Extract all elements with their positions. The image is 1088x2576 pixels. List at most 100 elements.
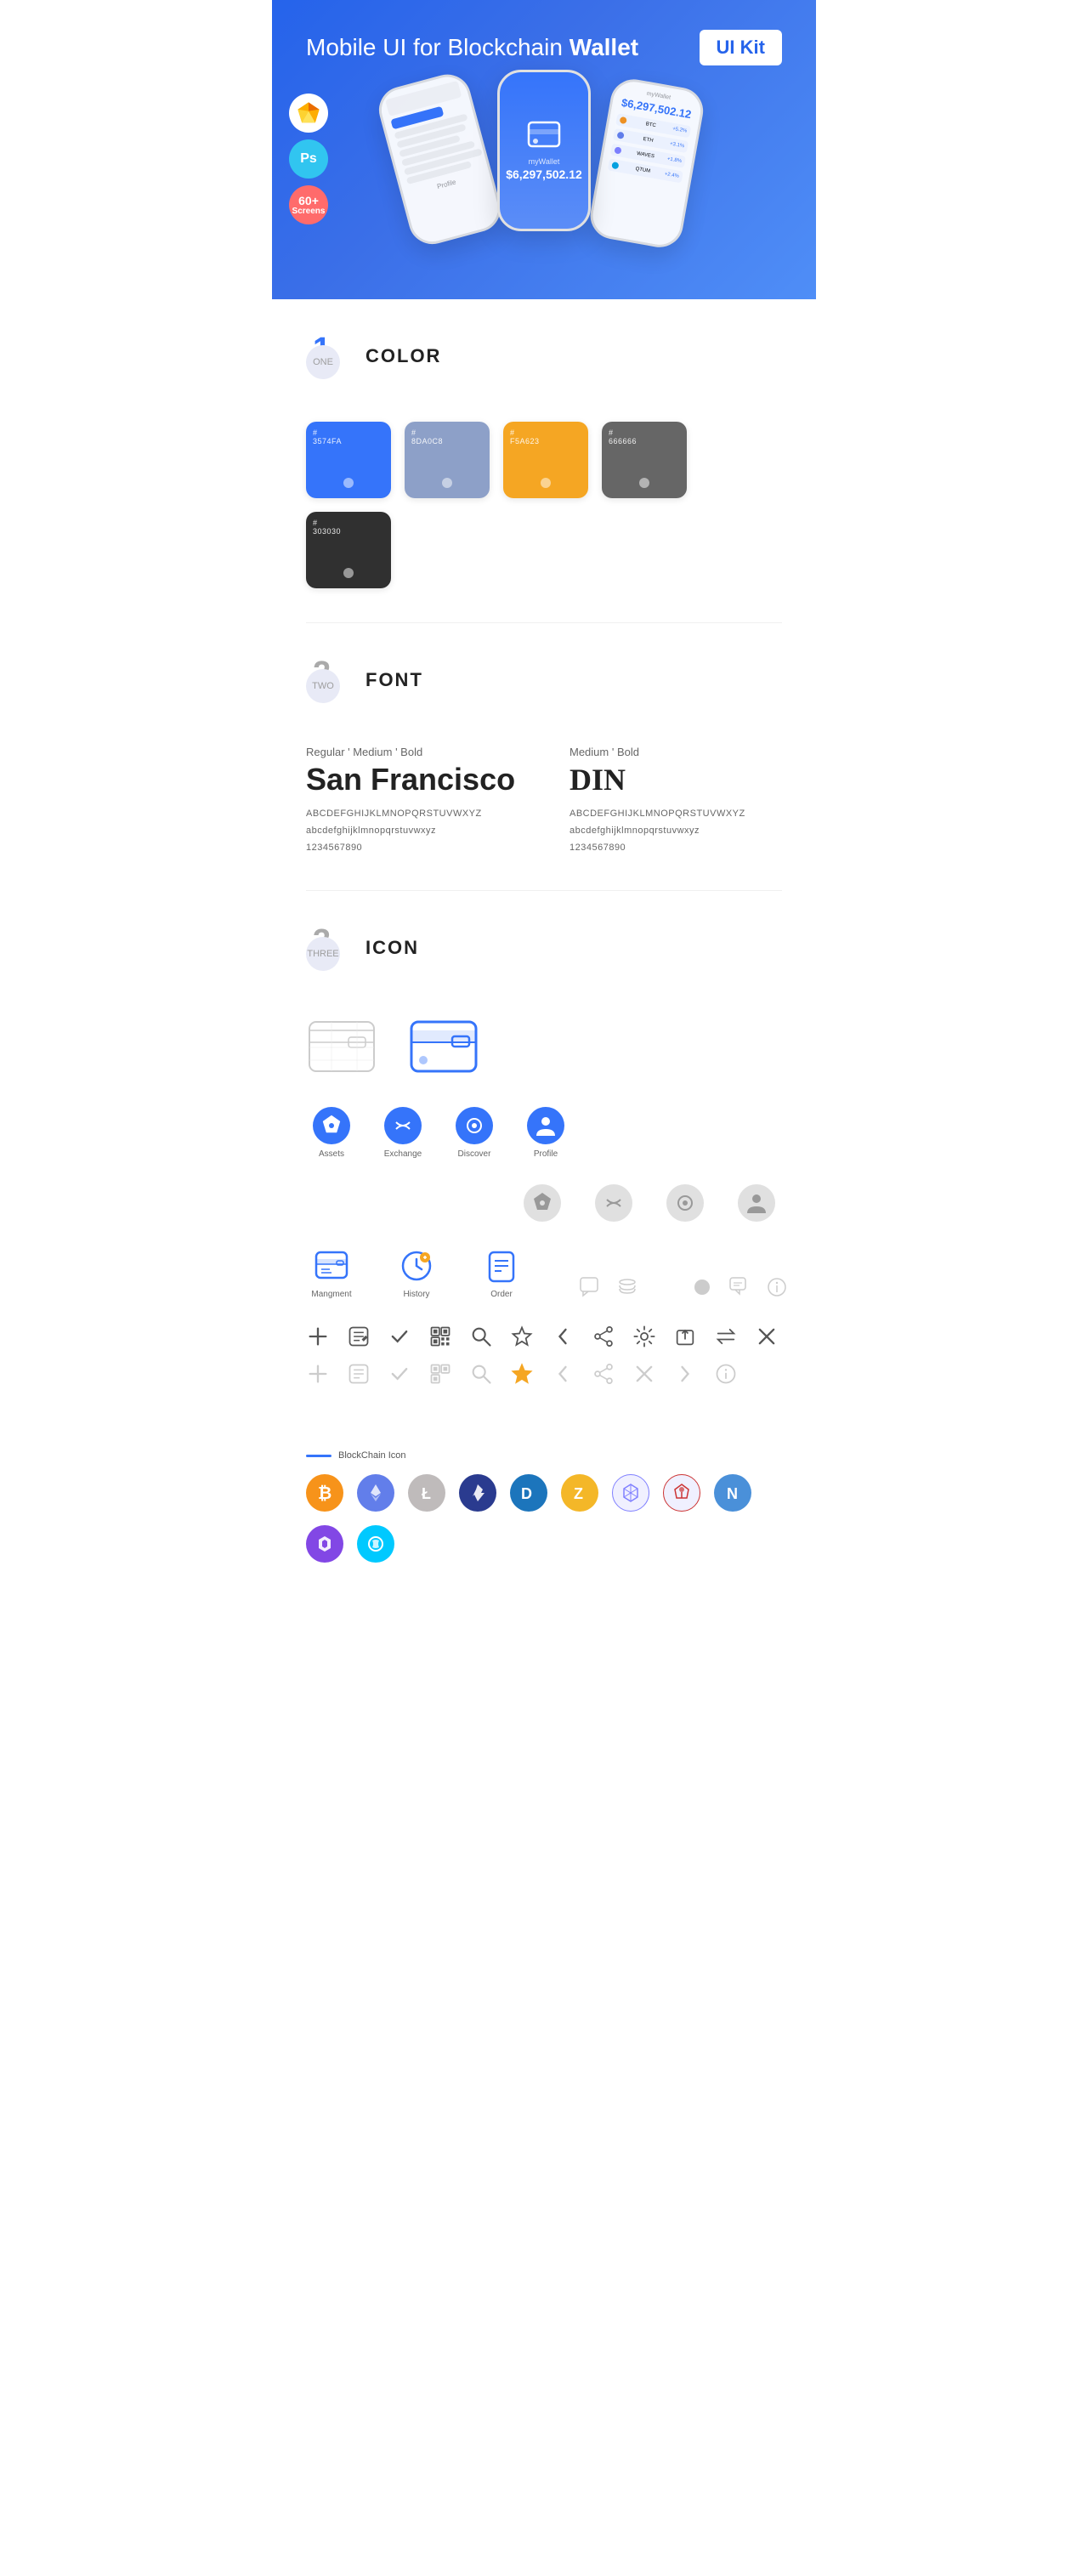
icon-upload bbox=[673, 1325, 697, 1348]
icon-order: Order bbox=[476, 1247, 527, 1299]
swatch-gray: #666666 bbox=[602, 422, 687, 498]
svg-text:₿: ₿ bbox=[318, 1484, 332, 1503]
icon-qr bbox=[428, 1325, 452, 1348]
font-din-num: 1234567890 bbox=[570, 840, 782, 857]
crypto-nano: N bbox=[714, 1474, 751, 1512]
phone-right: myWallet $6,297,502.12 BTC +5.2% ETH +3.… bbox=[586, 76, 706, 251]
screens-badge: 60+ Screens bbox=[289, 185, 328, 224]
font-sf-upper: ABCDEFGHIJKLMNOPQRSTUVWXYZ bbox=[306, 806, 518, 823]
nav-icons-gray bbox=[306, 1184, 782, 1222]
wallet-filled bbox=[408, 1013, 484, 1081]
toolbar-icons-2 bbox=[306, 1362, 782, 1386]
font-din: Medium ' Bold DIN ABCDEFGHIJKLMNOPQRSTUV… bbox=[570, 746, 782, 856]
blockchain-label: BlockChain Icon bbox=[306, 1450, 782, 1461]
icon-info-gray bbox=[714, 1362, 738, 1386]
section-number-1: 1 ONE bbox=[306, 333, 352, 379]
crypto-feathercoin bbox=[459, 1474, 496, 1512]
icon-section-header: 3 THREE ICON bbox=[272, 891, 816, 1013]
icon-profile-gray bbox=[731, 1184, 782, 1222]
swatch-orange: #F5A623 bbox=[503, 422, 588, 498]
wallet-wireframe bbox=[306, 1013, 382, 1081]
font-sf: Regular ' Medium ' Bold San Francisco AB… bbox=[306, 746, 518, 856]
color-section: 1 ONE COLOR bbox=[272, 299, 816, 422]
icon-profile: Profile bbox=[520, 1107, 571, 1159]
svg-text:Ł: Ł bbox=[422, 1485, 431, 1502]
phone-center: myWallet $6,297,502.12 bbox=[497, 70, 591, 231]
color-swatches: #3574FA #8DA0C8 #F5A623 #666666 #303030 bbox=[272, 422, 816, 622]
icon-layers bbox=[615, 1275, 639, 1299]
hero-section: Mobile UI for Blockchain Wallet UI Kit P… bbox=[272, 0, 816, 299]
phone-mockups: Profile myWallet $6,297,502.12 myWallet bbox=[298, 87, 790, 248]
svg-text:Z: Z bbox=[574, 1485, 583, 1502]
font-din-lower: abcdefghijklmnopqrstuvwxyz bbox=[570, 823, 782, 840]
icon-assets-gray bbox=[517, 1184, 568, 1222]
color-section-title: COLOR bbox=[366, 345, 441, 367]
icon-info bbox=[765, 1275, 789, 1299]
icon-edit-list bbox=[347, 1325, 371, 1348]
icon-crescent bbox=[653, 1275, 677, 1299]
icon-discover-gray bbox=[660, 1184, 711, 1222]
ps-badge: Ps bbox=[289, 139, 328, 179]
font-din-styles: Medium ' Bold bbox=[570, 746, 782, 758]
font-section-title: FONT bbox=[366, 669, 423, 691]
icon-qr-gray bbox=[428, 1362, 452, 1386]
icon-chat-bubble bbox=[728, 1275, 751, 1299]
toolbar-icons-1 bbox=[306, 1325, 782, 1348]
icon-search bbox=[469, 1325, 493, 1348]
blockchain-section: BlockChain Icon ₿ Ł bbox=[272, 1433, 816, 1597]
icon-management: Mangment bbox=[306, 1247, 357, 1299]
icon-forward-gray bbox=[673, 1362, 697, 1386]
hero-title: Mobile UI for Blockchain Wallet bbox=[298, 34, 638, 61]
crypto-ethereum bbox=[357, 1474, 394, 1512]
icon-plus bbox=[306, 1325, 330, 1348]
icon-search-gray bbox=[469, 1362, 493, 1386]
font-sf-name: San Francisco bbox=[306, 762, 518, 797]
icon-section-title: ICON bbox=[366, 937, 419, 959]
font-sf-num: 1234567890 bbox=[306, 840, 518, 857]
icon-exchange: Exchange bbox=[377, 1107, 428, 1159]
icon-gear bbox=[632, 1325, 656, 1348]
icon-comment bbox=[578, 1275, 602, 1299]
icon-back bbox=[551, 1325, 575, 1348]
icon-section-content: Assets Exchange bbox=[272, 1013, 816, 1433]
icon-close bbox=[755, 1325, 779, 1348]
blockchain-text: BlockChain Icon bbox=[338, 1450, 406, 1461]
icon-star bbox=[510, 1325, 534, 1348]
icon-edit-list-gray bbox=[347, 1362, 371, 1386]
phone-left: Profile bbox=[374, 69, 506, 249]
font-section-header: 2 TWO FONT bbox=[272, 623, 816, 746]
font-sf-lower: abcdefghijklmnopqrstuvwxyz bbox=[306, 823, 518, 840]
crypto-hashgraph bbox=[612, 1474, 649, 1512]
icon-circle bbox=[690, 1275, 714, 1299]
icon-discover: Discover bbox=[449, 1107, 500, 1159]
icon-exchange-gray bbox=[588, 1184, 639, 1222]
blockchain-line bbox=[306, 1455, 332, 1457]
crypto-zcash: Z bbox=[561, 1474, 598, 1512]
crypto-polygon bbox=[306, 1525, 343, 1563]
bottom-nav-icons: Mangment History bbox=[306, 1247, 782, 1299]
crypto-skycoin bbox=[357, 1525, 394, 1563]
crypto-litecoin: Ł bbox=[408, 1474, 445, 1512]
sketch-badge bbox=[289, 94, 328, 133]
icon-check bbox=[388, 1325, 411, 1348]
font-sf-styles: Regular ' Medium ' Bold bbox=[306, 746, 518, 758]
crypto-icons: ₿ Ł D bbox=[306, 1474, 782, 1563]
swatch-dark: #303030 bbox=[306, 512, 391, 588]
svg-text:D: D bbox=[521, 1485, 532, 1502]
font-section-content: Regular ' Medium ' Bold San Francisco AB… bbox=[272, 746, 816, 890]
icon-check-gray bbox=[388, 1362, 411, 1386]
svg-text:N: N bbox=[727, 1485, 738, 1502]
nav-icons-colored: Assets Exchange bbox=[306, 1107, 571, 1159]
font-din-upper: ABCDEFGHIJKLMNOPQRSTUVWXYZ bbox=[570, 806, 782, 823]
icon-share-gray bbox=[592, 1362, 615, 1386]
ui-kit-badge: UI Kit bbox=[700, 30, 782, 65]
icon-share bbox=[592, 1325, 615, 1348]
icon-swap bbox=[714, 1325, 738, 1348]
crypto-dash: D bbox=[510, 1474, 547, 1512]
icon-back-gray bbox=[551, 1362, 575, 1386]
font-din-name: DIN bbox=[570, 762, 782, 797]
section-number-3: 3 THREE bbox=[306, 925, 352, 971]
hero-badges: Ps 60+ Screens bbox=[289, 94, 328, 224]
icon-x-gray bbox=[632, 1362, 656, 1386]
icon-assets: Assets bbox=[306, 1107, 357, 1159]
